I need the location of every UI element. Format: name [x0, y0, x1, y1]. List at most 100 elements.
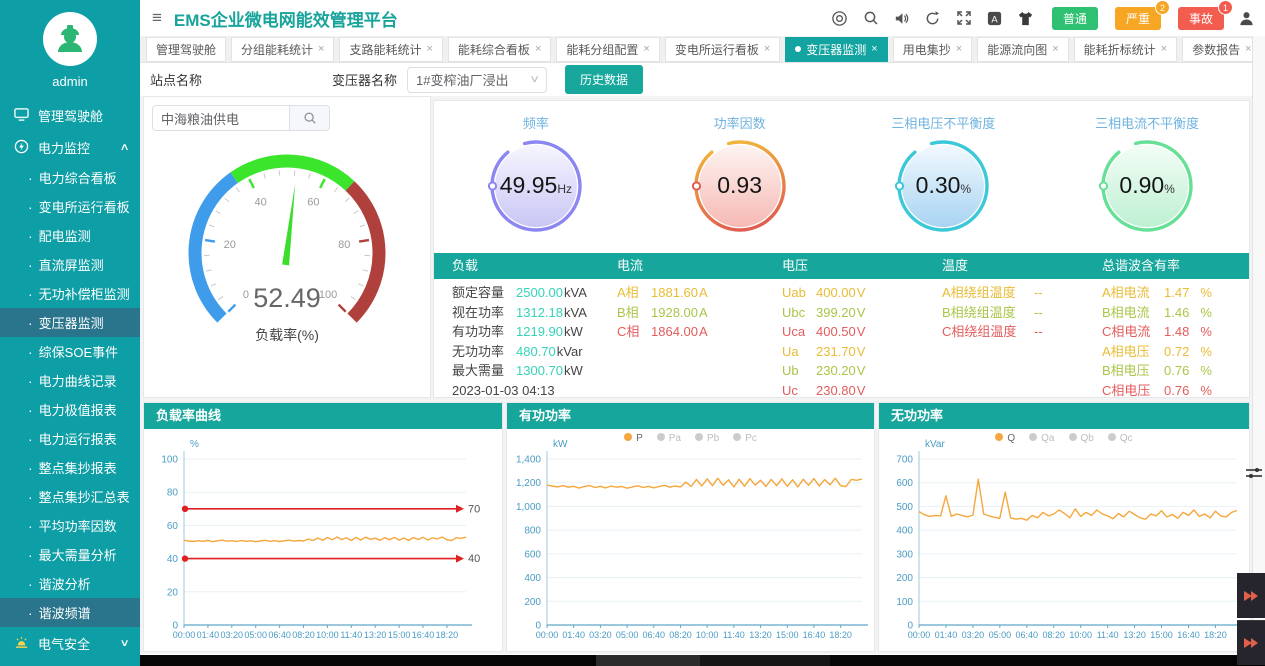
sidebar: admin 管理驾驶舱 电力监控 ∧ ·电力综合看板 ·变电所运行看板 ·配电监…	[0, 0, 140, 666]
floating-shortcut-button-1[interactable]	[1237, 573, 1265, 618]
alarm-level-severe-badge[interactable]: 严重2	[1115, 7, 1161, 30]
sidebar-group-electrical-safety[interactable]: 电气安全 ∨	[0, 627, 140, 659]
legend-item-P[interactable]: P	[624, 433, 643, 444]
tab-energy-flow[interactable]: 能源流向图×	[977, 37, 1068, 62]
sidebar-item-harmonic-analysis[interactable]: ·谐波分析	[0, 569, 140, 598]
refresh-icon[interactable]	[924, 9, 942, 27]
alarm-level-accident-badge[interactable]: 事故1	[1178, 7, 1224, 30]
floating-shortcut-button-2[interactable]	[1237, 620, 1265, 665]
close-icon[interactable]: ×	[426, 43, 432, 55]
tab-meter-reading[interactable]: 用电集抄×	[893, 37, 972, 62]
sidebar-item-harmonic-spectrum[interactable]: ·谐波频谱	[0, 598, 140, 627]
menu-toggle-icon[interactable]: ≡	[152, 8, 162, 28]
user-profile: admin	[0, 0, 140, 89]
translate-icon[interactable]: A	[986, 9, 1004, 27]
scrollbar-track[interactable]	[1252, 36, 1265, 666]
sidebar-item-transformer-monitor[interactable]: ·变压器监测	[0, 308, 140, 337]
sidebar-item-dashboard[interactable]: 管理驾驶舱	[0, 99, 140, 131]
site-name-label: 站点名称	[150, 70, 202, 89]
svg-text:20: 20	[224, 239, 236, 251]
svg-text:01:40: 01:40	[562, 630, 585, 640]
app-title: EMS企业微电网能效管理平台	[174, 6, 398, 31]
svg-text:300: 300	[896, 549, 913, 560]
line-chart-svg: 0100200300400500600700kVar00:0001:4003:2…	[879, 429, 1249, 651]
tab-transformer-monitor[interactable]: 变压器监测×	[785, 37, 887, 62]
col-header-thd: 总谐波含有率	[1084, 253, 1249, 279]
site-search-button[interactable]	[290, 105, 330, 131]
sidebar-item-max-demand[interactable]: ·最大需量分析	[0, 540, 140, 569]
sidebar-item-dc-screen-monitor[interactable]: ·直流屏监测	[0, 250, 140, 279]
sidebar-item-power-curve-record[interactable]: ·电力曲线记录	[0, 366, 140, 395]
tab-energy-conversion-stats[interactable]: 能耗折标统计×	[1074, 37, 1177, 62]
thd-column: A相电流1.47% B相电流1.46% C相电流1.48% A相电压0.72% …	[1084, 283, 1249, 400]
timestamp-row: 2023-01-03 04:13	[434, 381, 599, 401]
sidebar-item-hourly-summary[interactable]: ·整点集抄汇总表	[0, 482, 140, 511]
sidebar-group-power-monitoring[interactable]: 电力监控 ∧	[0, 131, 140, 163]
fullscreen-icon[interactable]	[955, 9, 973, 27]
svg-text:03:20: 03:20	[221, 630, 244, 640]
legend-item-Qa[interactable]: Qa	[1029, 433, 1054, 444]
close-icon[interactable]: ×	[871, 43, 877, 55]
site-search-input[interactable]	[152, 105, 290, 131]
chart-title: 无功功率	[879, 403, 1249, 429]
svg-text:500: 500	[896, 502, 913, 513]
sidebar-item-distribution-monitor[interactable]: ·配电监测	[0, 221, 140, 250]
sidebar-item-hourly-report[interactable]: ·整点集抄报表	[0, 453, 140, 482]
tab-management-cockpit[interactable]: 管理驾驶舱	[146, 37, 226, 62]
svg-text:10:00: 10:00	[696, 630, 719, 640]
close-icon[interactable]: ×	[318, 43, 324, 55]
transformer-select[interactable]: 1#变榨油厂浸出 ∨	[407, 67, 547, 93]
theme-shirt-icon[interactable]	[1017, 9, 1035, 27]
table-row: Ua231.70V	[764, 342, 924, 362]
topbar-actions: A 普通 严重2 事故1	[831, 7, 1255, 30]
legend-item-Pc[interactable]: Pc	[733, 433, 757, 444]
col-header-voltage: 电压	[764, 253, 924, 279]
legend-item-Pb[interactable]: Pb	[695, 433, 719, 444]
close-icon[interactable]: ×	[1245, 43, 1251, 55]
legend-item-Qc[interactable]: Qc	[1108, 433, 1133, 444]
user-icon[interactable]	[1237, 9, 1255, 27]
svg-text:16:40: 16:40	[1177, 630, 1200, 640]
tab-group-energy-stats[interactable]: 分组能耗统计×	[231, 37, 334, 62]
history-data-button[interactable]: 历史数据	[565, 65, 643, 94]
tab-parameter-report[interactable]: 参数报告×	[1182, 37, 1252, 62]
legend-item-Pa[interactable]: Pa	[657, 433, 681, 444]
main-content: 站点名称 变压器名称 1#变榨油厂浸出 ∨ 历史数据 020406080100 …	[140, 63, 1252, 654]
avatar[interactable]	[43, 12, 97, 66]
tab-energy-board[interactable]: 能耗综合看板×	[448, 37, 551, 62]
transformer-metrics-panel: 频率 49.95Hz 功率因数	[433, 100, 1250, 398]
tab-energy-group-config[interactable]: 能耗分组配置×	[556, 37, 659, 62]
alarm-level-normal-badge[interactable]: 普通	[1052, 7, 1098, 30]
close-icon[interactable]: ×	[956, 43, 962, 55]
sidebar-item-substation-board[interactable]: ·变电所运行看板	[0, 192, 140, 221]
sidebar-item-reactive-comp-monitor[interactable]: ·无功补偿柜监测	[0, 279, 140, 308]
tab-branch-energy-stats[interactable]: 支路能耗统计×	[339, 37, 442, 62]
sidebar-item-extreme-report[interactable]: ·电力极值报表	[0, 395, 140, 424]
search-icon[interactable]	[862, 9, 880, 27]
legend-item-Qb[interactable]: Qb	[1069, 433, 1094, 444]
kpi-voltage-unbalance: 三相电压不平衡度 0.30%	[842, 101, 1046, 253]
table-row: B相绕组温度--	[924, 303, 1084, 323]
search-icon	[303, 111, 317, 125]
table-row: A相电流1.47%	[1084, 283, 1249, 303]
tab-substation-board[interactable]: 变电所运行看板×	[665, 37, 780, 62]
voltage-column: Uab400.00V Ubc399.20V Uca400.50V Ua231.7…	[764, 283, 924, 400]
close-icon[interactable]: ×	[1052, 43, 1058, 55]
svg-text:40: 40	[255, 196, 267, 208]
sidebar-item-operation-report[interactable]: ·电力运行报表	[0, 424, 140, 453]
sidebar-item-soe-events[interactable]: ·综保SOE事件	[0, 337, 140, 366]
sidebar-item-avg-power-factor[interactable]: ·平均功率因数	[0, 511, 140, 540]
svg-text:03:20: 03:20	[962, 630, 985, 640]
adjust-sliders-icon[interactable]	[1246, 466, 1262, 486]
close-icon[interactable]: ×	[1161, 43, 1167, 55]
close-icon[interactable]: ×	[643, 43, 649, 55]
legend-item-Q[interactable]: Q	[995, 433, 1015, 444]
speaker-icon[interactable]	[893, 9, 911, 27]
close-icon[interactable]: ×	[535, 43, 541, 55]
load-rate-chart-card: 负载率曲线 020406080100%00:0001:4003:2005:000…	[143, 402, 503, 652]
sidebar-item-power-board[interactable]: ·电力综合看板	[0, 163, 140, 192]
power-icon	[14, 139, 30, 155]
help-circle-icon[interactable]	[831, 9, 849, 27]
table-row: B相电压0.76%	[1084, 361, 1249, 381]
close-icon[interactable]: ×	[764, 43, 770, 55]
